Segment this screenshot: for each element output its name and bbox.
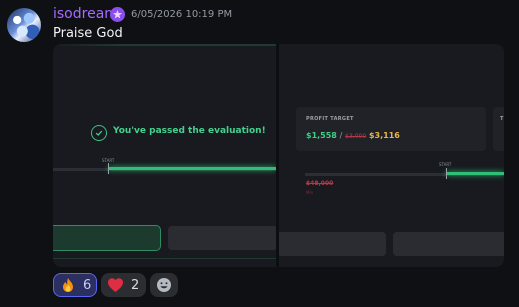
author-avatar[interactable]: [7, 8, 41, 42]
profit-target-card: PROFIT TARGET $1,558 / $3,000 $3,116: [296, 107, 486, 151]
secondary-button: [393, 232, 504, 256]
profit-current-value: $1,558: [306, 131, 337, 140]
progress-start-marker: [108, 163, 109, 174]
profit-target-values: $1,558 / $3,000 $3,116: [306, 131, 400, 140]
evaluation-passed-text: You've passed the evaluation!: [113, 126, 266, 136]
add-reaction-button[interactable]: [150, 273, 178, 297]
secondary-button: [279, 232, 386, 256]
progress-start-label: START: [439, 162, 452, 167]
side-stat-card: T: [493, 107, 504, 151]
secondary-button: [168, 226, 276, 250]
check-circle-icon: [91, 125, 107, 141]
message-timestamp: 6/05/2026 10:19 PM: [131, 9, 233, 20]
side-stat-label: T: [500, 116, 504, 122]
role-badge-icon: [110, 7, 125, 22]
message-text: Praise God: [53, 26, 123, 41]
progress-fill: [108, 167, 276, 170]
heart-icon: [108, 278, 123, 292]
profit-target-label: PROFIT TARGET: [306, 116, 354, 122]
profit-old-target: $3,000: [345, 133, 367, 140]
attachment-image-left[interactable]: You've passed the evaluation! START: [53, 44, 276, 267]
image-top-line: [53, 44, 276, 46]
reaction-heart[interactable]: 2: [101, 273, 146, 297]
username[interactable]: isodream: [53, 6, 118, 22]
reaction-count: 2: [131, 277, 140, 293]
progress-fill: [446, 172, 504, 175]
reaction-fire[interactable]: 6: [53, 273, 97, 297]
highlighted-button: [53, 225, 161, 251]
loss-limit-value: $48,000: [306, 180, 334, 187]
image-attachment[interactable]: You've passed the evaluation! START PROF…: [53, 44, 504, 267]
attachment-image-right[interactable]: PROFIT TARGET $1,558 / $3,000 $3,116 T S…: [279, 44, 504, 267]
smile-icon: [157, 278, 171, 292]
reaction-count: 6: [83, 277, 92, 293]
fire-icon: [63, 278, 73, 292]
image-bottom-line: [53, 258, 276, 259]
profit-separator: /: [339, 131, 343, 140]
profit-new-target: $3,116: [368, 131, 400, 140]
progress-start-marker: [446, 168, 447, 179]
loss-limit-sublabel: Min: [306, 190, 314, 195]
